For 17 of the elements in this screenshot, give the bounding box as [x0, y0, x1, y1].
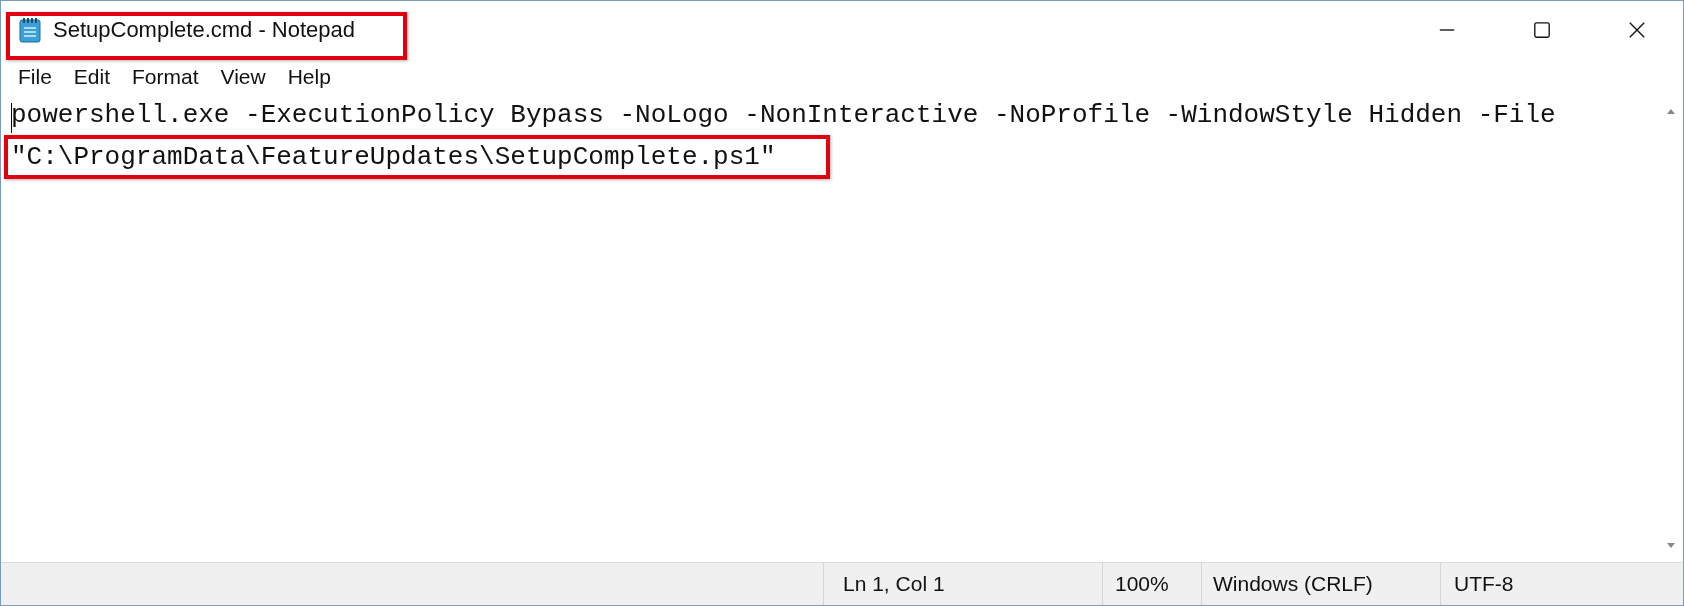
status-item: 100% — [1102, 563, 1201, 605]
scroll-down-icon[interactable] — [1666, 542, 1676, 550]
menu-item[interactable]: Help — [278, 65, 340, 89]
menu-item[interactable]: Edit — [64, 65, 120, 89]
text-line: "C:\ProgramData\FeatureUpdates\SetupComplete.ps1" — [11, 141, 776, 173]
menu-item[interactable]: View — [211, 65, 275, 89]
status-item: UTF-8 — [1440, 563, 1683, 605]
scroll-up-icon[interactable] — [1666, 107, 1676, 115]
maximize-icon[interactable] — [1533, 21, 1551, 39]
status-item: Windows (CRLF) — [1201, 563, 1440, 605]
window-title: SetupComplete.cmd - Notepad — [53, 17, 356, 43]
menu-item[interactable]: File — [9, 65, 61, 89]
menu-item[interactable]: Format — [123, 65, 208, 89]
notepad-icon — [19, 17, 41, 43]
text-line: powershell.exe -ExecutionPolicy Bypass -NoLogo -NonInteractive -NoProfile -WindowStyle Hidden -File — [11, 99, 1556, 131]
close-icon[interactable] — [1628, 21, 1646, 39]
status-item: Ln 1, Col 1 — [823, 563, 1102, 605]
